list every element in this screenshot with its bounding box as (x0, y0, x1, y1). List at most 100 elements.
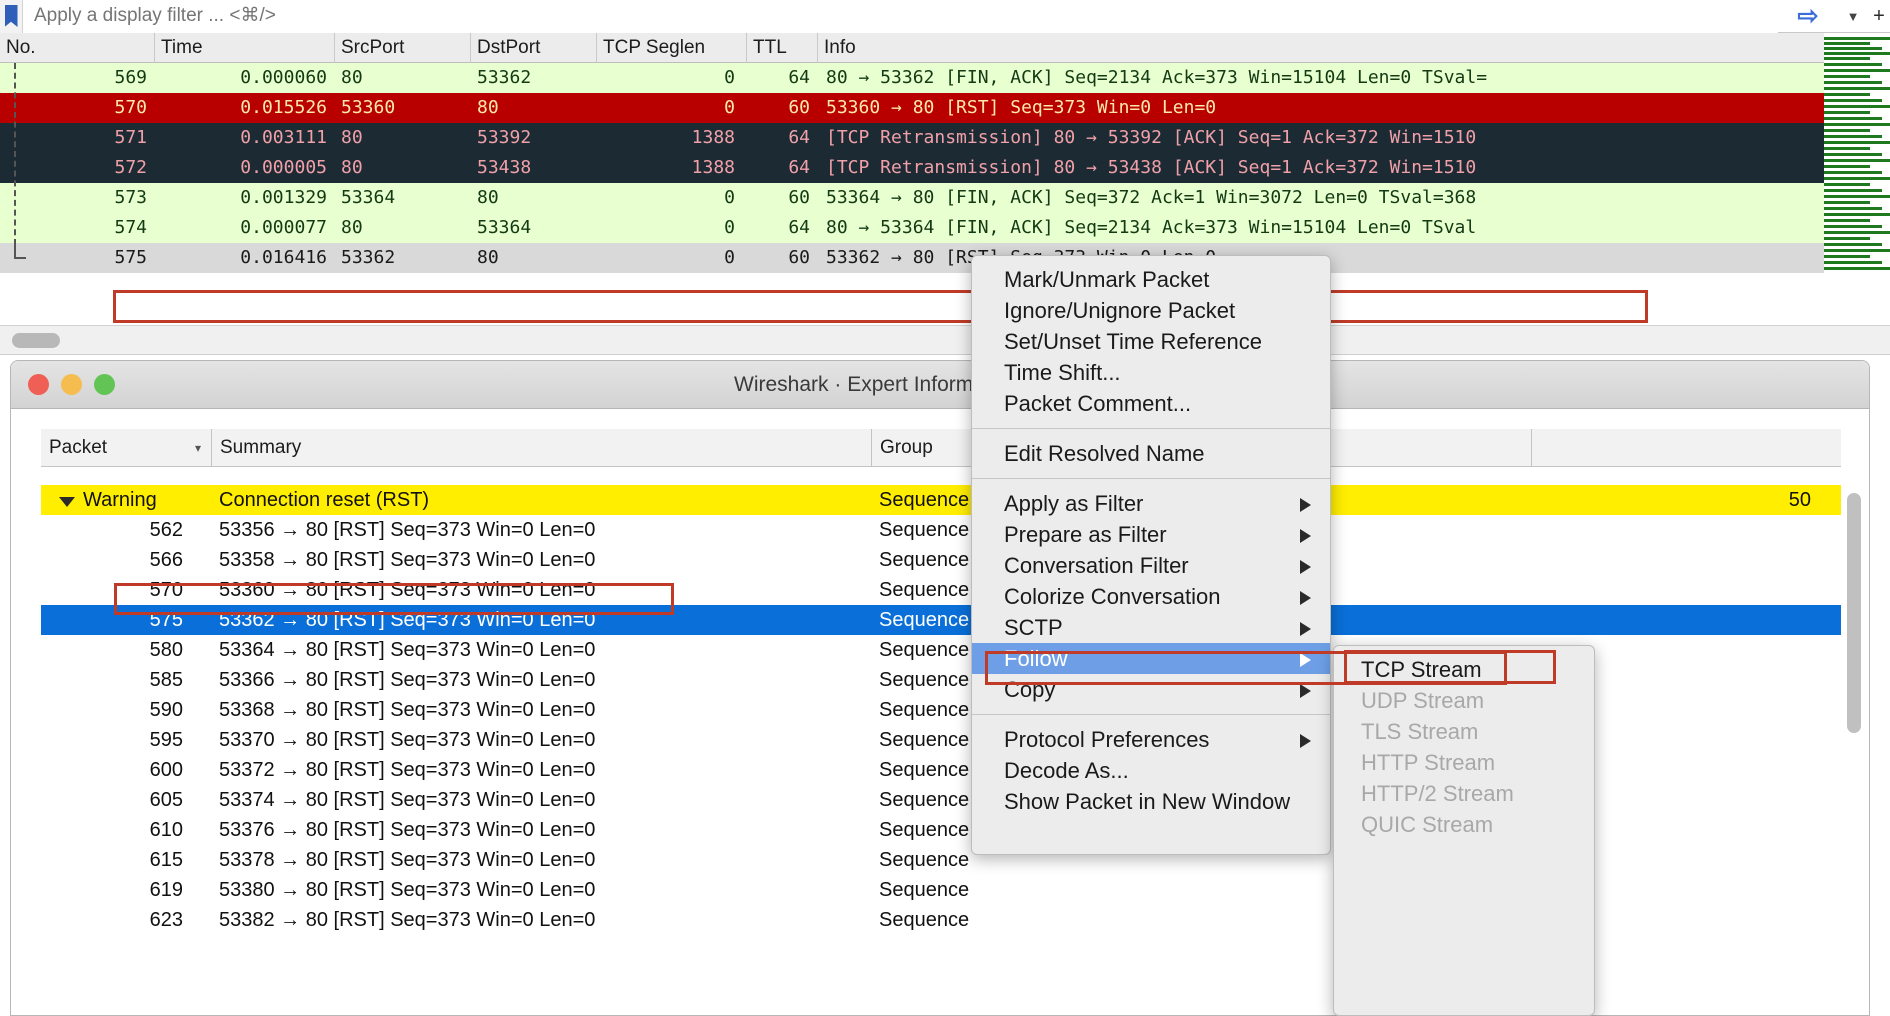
context-menu-item[interactable]: SCTP (972, 612, 1330, 643)
chevron-down-icon[interactable]: ▾ (195, 429, 201, 467)
expert-table-row[interactable]: 575 53362 → 80 [RST] Seq=373 Win=0 Len=0 S… (41, 605, 1841, 635)
expert-table-row[interactable]: 562 53356 → 80 [RST] Seq=373 Win=0 Len=0 S… (41, 515, 1841, 545)
submenu-item: HTTP/2 Stream (1361, 781, 1514, 806)
context-menu-item-label: Colorize Conversation (1004, 584, 1221, 609)
dialog-vertical-scrollbar[interactable] (1847, 493, 1861, 993)
packet-row[interactable]: 570 0.015526 53360 80 0 60 53360 → 80 [RST] Se… (0, 93, 1890, 123)
expert-packet-cell: 615 (149, 848, 183, 871)
expert-table-row[interactable]: 570 53360 → 80 [RST] Seq=373 Win=0 Len=0 S… (41, 575, 1841, 605)
column-header-tcp-seglen[interactable]: TCP Seglen (597, 33, 747, 63)
column-header-packet[interactable]: Packet ▾ (41, 429, 211, 467)
submenu-arrow-right-icon (1300, 622, 1311, 636)
context-menu-item[interactable]: Prepare as Filter (972, 519, 1330, 550)
context-menu-item[interactable]: Apply as Filter (972, 488, 1330, 519)
packet-info: [TCP Retransmission] 80 → 53438 [ACK] Se… (826, 157, 1477, 178)
context-menu-item[interactable]: Show Packet in New Window (972, 786, 1330, 817)
column-header-dstport[interactable]: DstPort (471, 33, 597, 63)
expert-summary-cell: 53380 → 80 [RST] Seq=373 Win=0 Len=0 (219, 878, 596, 901)
context-menu-item[interactable]: Copy (972, 674, 1330, 705)
packet-row[interactable]: 572 0.000005 80 53438 1388 64 [TCP Retransmiss… (0, 153, 1890, 183)
expert-packet-cell: 600 (149, 758, 183, 781)
bookmark-icon[interactable] (0, 0, 22, 33)
annotation-highlight-packet-575 (113, 290, 1648, 323)
packet-list: No. Time SrcPort DstPort TCP Seglen TTL … (0, 33, 1890, 273)
packet-seglen: 0 (724, 97, 735, 118)
follow-submenu: TCP Stream UDP Stream TLS Stream HTTP Strea… (1333, 645, 1595, 1016)
context-menu-item-label: Prepare as Filter (1004, 522, 1167, 547)
scrollbar-thumb[interactable] (1847, 493, 1861, 733)
apply-filter-arrow-icon[interactable]: ⇨ (1778, 0, 1838, 33)
expand-triangle-down-icon[interactable] (59, 496, 75, 507)
context-menu-item-label: Decode As... (1004, 758, 1129, 783)
submenu-arrow-right-icon (1300, 734, 1311, 748)
expert-group-row[interactable]: Warning Connection reset (RST) Sequence 50 (41, 485, 1841, 515)
packet-row[interactable]: 5750.016416533628006053362 → 80 [RST] Se… (0, 243, 1890, 273)
expert-packet-cell: 585 (149, 668, 183, 691)
column-header-srcport[interactable]: SrcPort (335, 33, 471, 63)
submenu-item: HTTP Stream (1361, 750, 1496, 775)
context-menu-item[interactable]: Mark/Unmark Packet (972, 264, 1330, 295)
context-menu-item[interactable]: Edit Resolved Name (972, 438, 1330, 469)
packet-info: 53360 → 80 [RST] Seq=373 Win=0 Len=0 (826, 97, 1217, 118)
context-menu-item[interactable]: Decode As... (972, 755, 1330, 786)
scrollbar-thumb[interactable] (12, 333, 60, 348)
column-header-info[interactable]: Info (818, 33, 1618, 63)
column-header-time[interactable]: Time (155, 33, 335, 63)
context-menu-item[interactable]: Time Shift... (972, 357, 1330, 388)
expert-summary-cell: 53360 → 80 [RST] Seq=373 Win=0 Len=0 (219, 578, 596, 601)
context-menu-item[interactable]: Packet Comment... (972, 388, 1330, 419)
context-menu-item-label: Time Shift... (1004, 360, 1121, 385)
intensity-bar (1824, 99, 1882, 102)
packet-seglen: 0 (724, 247, 735, 268)
filter-history-chevron-down-icon[interactable]: ▼ (1838, 0, 1868, 33)
dialog-titlebar[interactable]: Wireshark · Expert Information · eth0-vi… (11, 361, 1869, 409)
packet-row[interactable]: 569 0.000060 80 53362 0 64 80 → 53362 [FIN, AC… (0, 63, 1890, 93)
packet-srcport: 53364 (341, 187, 396, 208)
wireshark-window: ⇨ ▼ + No. Time SrcPort DstPort TCP Segle… (0, 0, 1890, 1016)
context-menu-item[interactable]: Colorize Conversation (972, 581, 1330, 612)
submenu-arrow-right-icon (1300, 591, 1311, 605)
packet-info: 80 → 53362 [FIN, ACK] Seq=2134 Ack=373 W… (826, 67, 1488, 88)
packet-seglen: 1388 (691, 157, 735, 178)
intensity-bar (1824, 42, 1870, 45)
display-filter-input[interactable] (22, 0, 1778, 33)
packet-time: 0.000060 (240, 67, 327, 88)
packet-list-horizontal-scrollbar[interactable] (0, 325, 1890, 355)
context-menu-item[interactable]: Set/Unset Time Reference (972, 326, 1330, 357)
add-filter-plus-icon[interactable]: + (1868, 0, 1890, 33)
expert-summary-cell: 53366 → 80 [RST] Seq=373 Win=0 Len=0 (219, 668, 596, 691)
packet-row[interactable]: 574 0.000077 80 53364 0 64 80 → 53364 [FIN, AC… (0, 213, 1890, 243)
packet-ttl: 60 (788, 247, 810, 268)
context-menu-item[interactable]: Follow (972, 643, 1330, 674)
intensity-bar (1824, 75, 1870, 78)
packet-seglen: 0 (724, 67, 735, 88)
intensity-bar (1824, 261, 1882, 264)
column-header-count[interactable] (1531, 428, 1831, 467)
context-menu-item[interactable]: Protocol Preferences (972, 724, 1330, 755)
column-header-ttl[interactable]: TTL (747, 33, 818, 63)
intensity-bar (1824, 171, 1882, 174)
expert-table-row[interactable]: 566 53358 → 80 [RST] Seq=373 Win=0 Len=0 S… (41, 545, 1841, 575)
intensity-bar (1824, 159, 1890, 162)
intensity-bar (1824, 237, 1870, 240)
packet-list-header: No. Time SrcPort DstPort TCP Seglen TTL … (0, 33, 1890, 63)
menu-separator (972, 478, 1330, 479)
intensity-bar (1824, 117, 1882, 120)
packet-srcport: 80 (341, 217, 363, 238)
packet-row[interactable]: 573 0.001329 53364 80 0 60 53364 → 80 [FIN, AC… (0, 183, 1890, 213)
packet-time: 0.000005 (240, 157, 327, 178)
column-header-no[interactable]: No. (0, 33, 155, 63)
packet-row[interactable]: 571 0.003111 80 53392 1388 64 [TCP Retransmiss… (0, 123, 1890, 153)
intensity-bar (1824, 81, 1882, 84)
expert-summary-cell: 53378 → 80 [RST] Seq=373 Win=0 Len=0 (219, 848, 596, 871)
column-header-summary[interactable]: Summary (211, 428, 871, 467)
submenu-item[interactable]: TCP Stream (1334, 654, 1594, 685)
packet-ttl: 64 (788, 127, 810, 148)
expert-packet-cell: 605 (149, 788, 183, 811)
context-menu-item-label: Edit Resolved Name (1004, 441, 1205, 466)
context-menu-item[interactable]: Ignore/Unignore Packet (972, 295, 1330, 326)
context-menu-item[interactable]: Conversation Filter (972, 550, 1330, 581)
packet-dstport: 53392 (477, 127, 532, 148)
context-menu-item-label: Set/Unset Time Reference (1004, 329, 1263, 354)
packet-dstport: 53362 (477, 67, 532, 88)
